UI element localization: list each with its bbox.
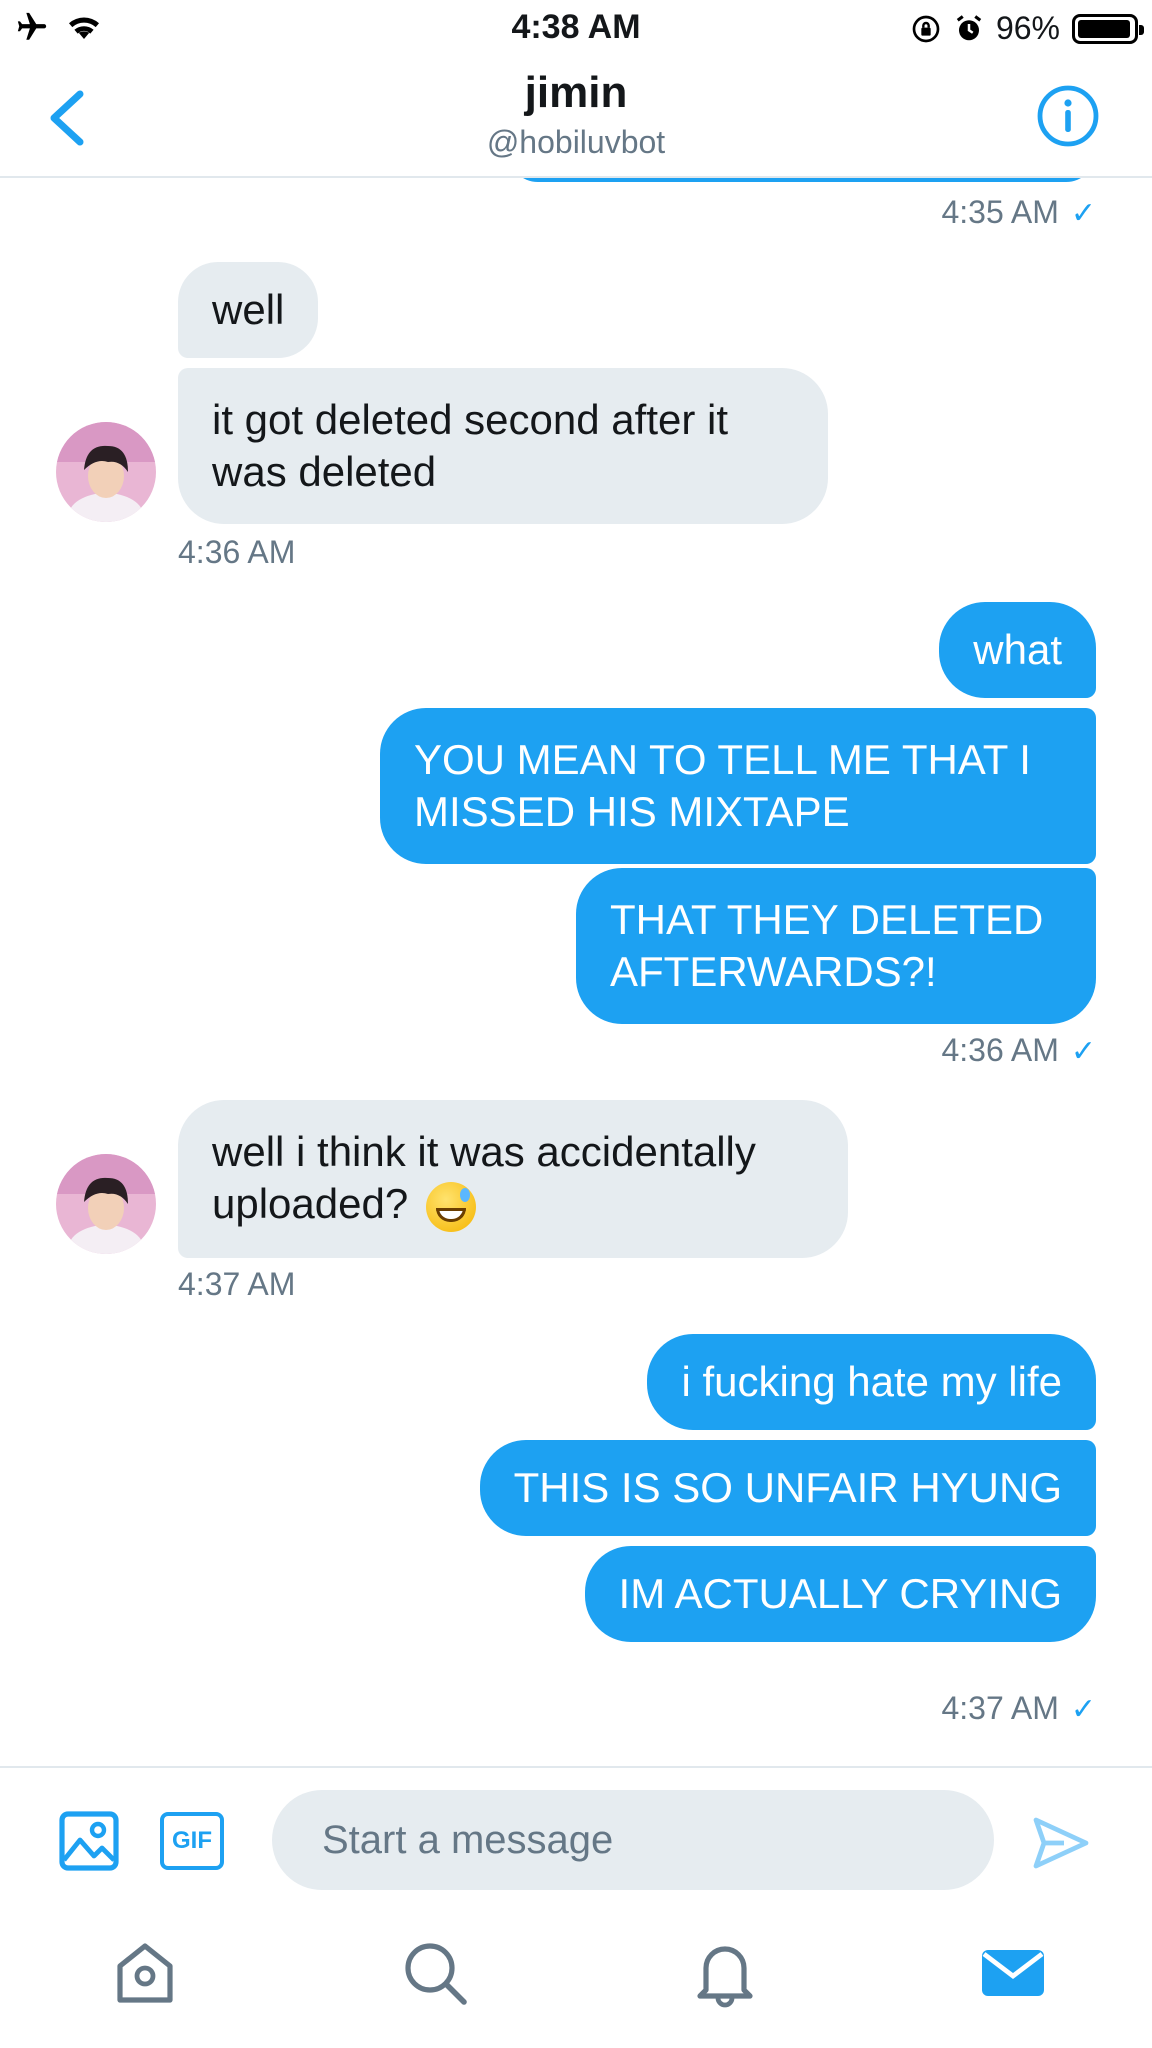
message-text: YOU MEAN TO TELL ME THAT I MISSED HIS MI… <box>414 736 1031 835</box>
message-text: IM ACTUALLY CRYING <box>618 1570 1062 1617</box>
battery-percent: 96% <box>995 10 1060 46</box>
contact-avatar[interactable] <box>56 1154 156 1254</box>
message-text: well <box>212 286 285 333</box>
message-text: what <box>973 626 1062 673</box>
message-timestamp: 4:36 AM <box>178 534 296 570</box>
avatar-image <box>56 422 156 522</box>
message-text: THAT THEY DELETED AFTERWARDS?! <box>610 896 1044 995</box>
message-timestamp: 4:37 AM ✓ <box>941 1690 1096 1726</box>
battery-icon <box>1072 13 1144 44</box>
send-button[interactable] <box>1030 1812 1092 1874</box>
previous-message-edge <box>508 178 1096 182</box>
status-bar-right: 96% <box>910 10 1144 47</box>
alarm-icon <box>956 14 982 40</box>
battery-fill <box>1078 19 1130 38</box>
gif-button[interactable]: GIF <box>160 1812 224 1870</box>
message-timestamp: 4:35 AM ✓ <box>941 194 1096 230</box>
read-check-icon: ✓ <box>1070 1693 1096 1726</box>
incoming-message[interactable]: well i think it was accidentally uploade… <box>178 1100 848 1258</box>
message-composer: GIF <box>0 1766 1152 1896</box>
message-text: i fucking hate my life <box>681 1358 1062 1405</box>
messages-icon <box>982 1950 1044 1996</box>
read-check-icon: ✓ <box>1070 197 1096 230</box>
tab-bar <box>0 1896 1152 2048</box>
read-check-icon: ✓ <box>1070 1035 1096 1068</box>
grinning-face-with-sweat-icon <box>425 1181 476 1232</box>
add-media-button[interactable] <box>58 1810 120 1872</box>
outgoing-message[interactable]: what <box>939 602 1096 698</box>
message-input[interactable] <box>272 1790 994 1890</box>
outgoing-message[interactable]: i fucking hate my life <box>647 1334 1096 1430</box>
incoming-message[interactable]: well <box>178 262 319 358</box>
message-timestamp: 4:37 AM <box>178 1266 296 1302</box>
avatar-image <box>56 1154 156 1254</box>
message-timestamp: 4:36 AM ✓ <box>941 1032 1096 1068</box>
outgoing-message[interactable]: THIS IS SO UNFAIR HYUNG <box>479 1440 1096 1536</box>
search-icon <box>405 1943 467 2005</box>
outgoing-message[interactable]: YOU MEAN TO TELL ME THAT I MISSED HIS MI… <box>380 708 1096 864</box>
contact-avatar[interactable] <box>56 422 156 522</box>
contact-name[interactable]: jimin <box>0 68 1152 118</box>
incoming-message[interactable]: it got deleted second after it was delet… <box>178 368 828 524</box>
info-icon <box>1037 85 1099 147</box>
orientation-lock-icon <box>912 15 940 42</box>
send-icon <box>1033 1817 1089 1869</box>
contact-handle[interactable]: @hobiluvbot <box>0 124 1152 161</box>
message-thread[interactable]: 4:35 AM ✓ well it got deleted second afte… <box>0 178 1152 1768</box>
message-text: THIS IS SO UNFAIR HYUNG <box>513 1464 1062 1511</box>
tab-notifications[interactable] <box>690 1938 760 2008</box>
outgoing-message[interactable]: IM ACTUALLY CRYING <box>584 1546 1096 1642</box>
image-icon <box>59 1811 119 1871</box>
tab-home[interactable] <box>110 1938 180 2008</box>
notifications-icon <box>697 1946 753 2008</box>
conversation-header: jimin @hobiluvbot <box>0 58 1152 178</box>
status-bar: 4:38 AM 96% <box>0 0 1152 58</box>
home-icon <box>117 1943 173 2003</box>
message-text: it got deleted second after it was delet… <box>212 396 728 495</box>
outgoing-message[interactable]: THAT THEY DELETED AFTERWARDS?! <box>576 868 1096 1024</box>
tab-search[interactable] <box>400 1938 470 2008</box>
info-button[interactable] <box>1036 84 1100 148</box>
tab-messages[interactable] <box>978 1938 1048 2008</box>
message-text: well i think it was accidentally uploade… <box>212 1128 756 1227</box>
